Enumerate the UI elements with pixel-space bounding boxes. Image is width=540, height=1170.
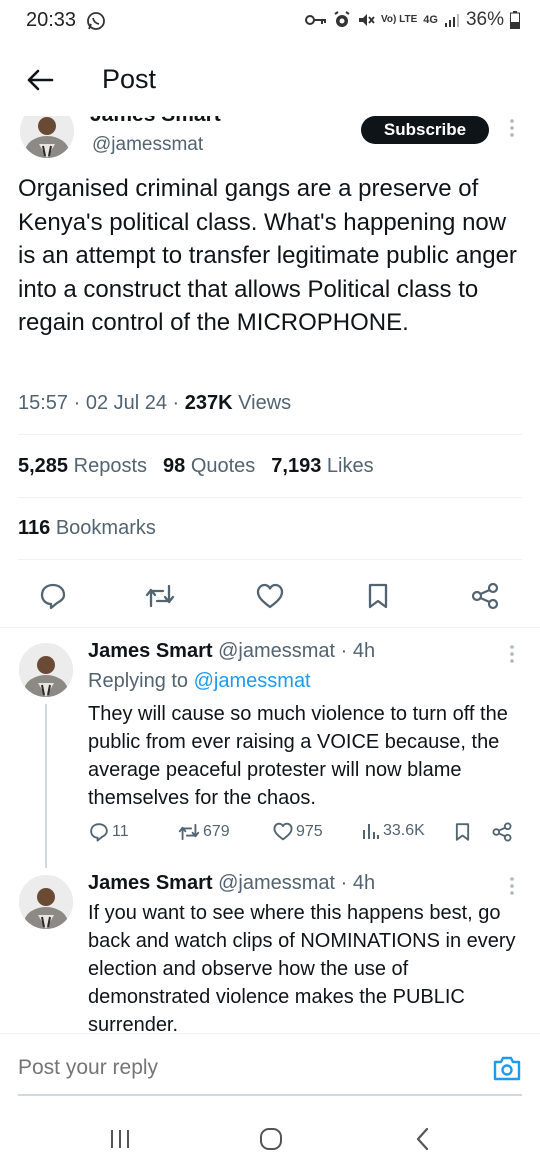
- reply-composer: [0, 1033, 540, 1095]
- status-bar: 20:33 Vo) LTE 4G 36%: [0, 0, 540, 44]
- replying-to-prefix: Replying to: [88, 670, 194, 692]
- speech-bubble-icon: [90, 823, 108, 842]
- like-button[interactable]: [255, 581, 285, 611]
- bookmark-icon: [368, 583, 388, 609]
- alarm-icon: [333, 11, 351, 29]
- reply-button[interactable]: [38, 581, 68, 611]
- share-icon: [471, 582, 499, 610]
- post-timestamp: 15:57 · 02 Jul 24 ·: [18, 392, 185, 414]
- page-title: Post: [102, 64, 157, 94]
- share-button[interactable]: [492, 822, 512, 842]
- like-button[interactable]: 975: [273, 822, 323, 841]
- heart-icon: [273, 822, 293, 841]
- mute-icon: [357, 11, 375, 29]
- views-count: 237K: [184, 392, 233, 414]
- post-meta: 15:57 · 02 Jul 24 · 237K Views: [18, 392, 291, 415]
- status-time: 20:33: [26, 9, 77, 31]
- quotes-stat[interactable]: 98 Quotes: [163, 455, 255, 478]
- volte-label: Vo) LTE: [380, 14, 418, 25]
- system-nav-bar: [0, 1104, 540, 1170]
- main-author-row: James Smart @jamessmat Subscribe: [0, 116, 540, 164]
- bookmark-icon: [455, 823, 470, 841]
- reposts-stat[interactable]: 5,285 Reposts: [18, 455, 147, 478]
- speech-bubble-icon: [40, 583, 66, 610]
- reply-text: If you want to see where this happens be…: [88, 902, 516, 1033]
- post-action-bar: [0, 573, 540, 617]
- repost-button[interactable]: 679: [178, 822, 230, 842]
- network-label: 4G: [423, 14, 438, 26]
- reposts-count: 5,285: [18, 455, 69, 477]
- author-name[interactable]: James Smart: [90, 116, 221, 127]
- back-button[interactable]: [20, 62, 60, 98]
- likes-stat[interactable]: 7,193 Likes: [271, 455, 373, 478]
- reply-action-bar: 11 679 975 33.6K: [0, 822, 540, 850]
- bookmarks-label: Bookmarks: [55, 517, 156, 539]
- recent-apps-button[interactable]: [105, 1124, 135, 1154]
- home-button[interactable]: [256, 1124, 286, 1154]
- signal-icon: [444, 12, 460, 28]
- likes-count: 7,193: [271, 455, 322, 477]
- quotes-count: 98: [163, 455, 186, 477]
- likes-label: Likes: [326, 455, 374, 477]
- subscribe-button[interactable]: Subscribe: [361, 116, 489, 144]
- bookmark-button[interactable]: [454, 822, 471, 842]
- post-stats: 5,285 Reposts 98 Quotes 7,193 Likes: [18, 455, 374, 478]
- views-label: Views: [232, 392, 292, 414]
- reply-count: 11: [112, 823, 129, 840]
- divider: [18, 434, 522, 435]
- views-button[interactable]: 33.6K: [362, 822, 425, 840]
- battery-icon: [510, 11, 520, 29]
- whatsapp-icon: [86, 11, 106, 36]
- like-count: 975: [296, 822, 323, 840]
- replying-to-link[interactable]: @jamessmat: [194, 670, 311, 692]
- bookmarks-count: 116: [18, 517, 51, 539]
- bookmarks-stat[interactable]: 116 Bookmarks: [18, 517, 156, 540]
- home-icon: [260, 1128, 282, 1150]
- repost-icon: [145, 584, 175, 608]
- reply-handle-time[interactable]: @jamessmat · 4h: [218, 872, 375, 894]
- heart-icon: [256, 583, 284, 609]
- analytics-icon: [363, 824, 379, 839]
- recent-apps-icon: [111, 1130, 129, 1148]
- camera-icon: [493, 1056, 521, 1081]
- reply-header: James Smart @jamessmat · 4h: [88, 640, 375, 663]
- chevron-left-icon: [416, 1127, 429, 1151]
- key-icon: [304, 13, 327, 27]
- reply-input[interactable]: [18, 1056, 438, 1080]
- reply-button[interactable]: 11: [89, 822, 129, 842]
- status-icons: Vo) LTE 4G 36%: [304, 9, 520, 31]
- battery-percent: 36%: [465, 9, 504, 30]
- nav-back-button[interactable]: [408, 1124, 438, 1154]
- reply-author-name[interactable]: James Smart: [88, 872, 213, 894]
- repost-button[interactable]: [145, 581, 175, 611]
- avatar[interactable]: [19, 643, 73, 697]
- more-options-icon[interactable]: [506, 118, 518, 145]
- quotes-label: Quotes: [190, 455, 256, 477]
- arrow-left-icon: [27, 69, 54, 91]
- reposts-label: Reposts: [73, 455, 147, 477]
- replying-to: Replying to @jamessmat: [88, 670, 311, 693]
- camera-button[interactable]: [492, 1054, 522, 1082]
- more-options-icon[interactable]: [506, 644, 518, 671]
- divider: [18, 497, 522, 498]
- repost-icon: [178, 823, 200, 841]
- app-header: Post: [0, 44, 540, 116]
- composer-underline: [18, 1094, 522, 1096]
- post-text: Organised criminal gangs are a preserve …: [18, 175, 517, 337]
- avatar[interactable]: [19, 875, 73, 929]
- repost-count: 679: [203, 823, 230, 840]
- avatar[interactable]: [20, 116, 74, 158]
- reply-header: James Smart @jamessmat · 4h: [88, 872, 375, 895]
- views-count: 33.6K: [383, 822, 425, 839]
- reply-handle-time[interactable]: @jamessmat · 4h: [218, 640, 375, 662]
- share-button[interactable]: [470, 581, 500, 611]
- divider: [0, 627, 540, 628]
- bookmark-button[interactable]: [363, 581, 393, 611]
- reply-author-name[interactable]: James Smart: [88, 640, 213, 662]
- reply-text: They will cause so much violence to turn…: [88, 703, 508, 809]
- divider: [18, 559, 522, 560]
- reply-text-clip: If you want to see where this happens be…: [88, 899, 528, 1033]
- author-handle[interactable]: @jamessmat: [92, 134, 203, 156]
- share-icon: [492, 822, 512, 842]
